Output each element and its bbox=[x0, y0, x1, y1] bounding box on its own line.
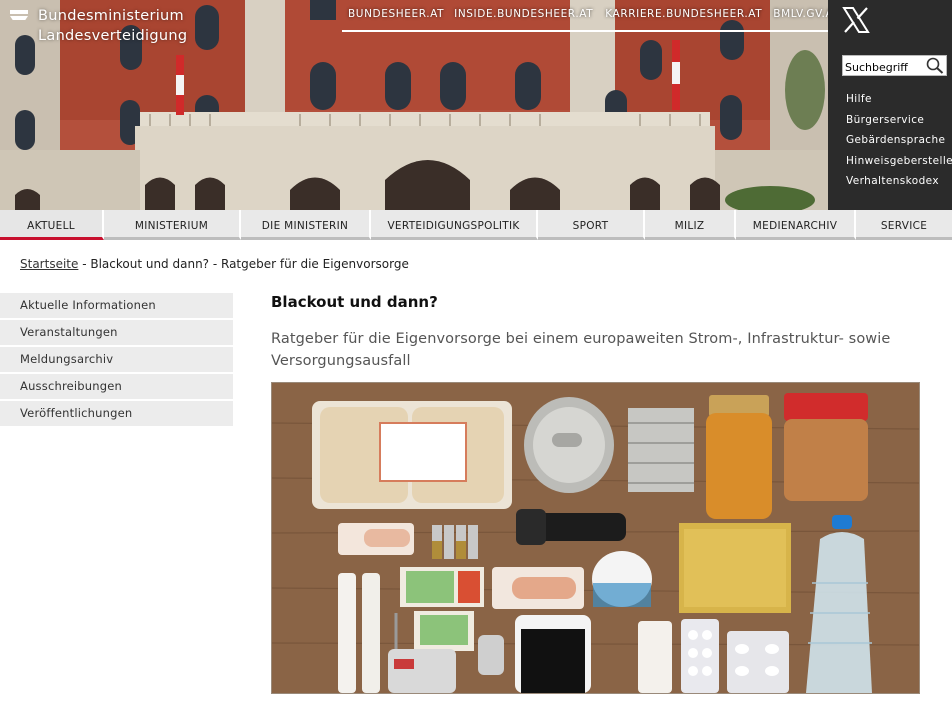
ministry-logo[interactable]: Bundesministerium Landesverteidigung bbox=[10, 6, 187, 46]
nav-item-medienarchiv[interactable]: MEDIENARCHIV bbox=[736, 210, 856, 240]
breadcrumb-separator: - bbox=[78, 257, 91, 271]
nav-item-miliz[interactable]: MILIZ bbox=[645, 210, 736, 240]
nav-item-die-ministerin[interactable]: DIE MINISTERIN bbox=[241, 210, 371, 240]
article-image bbox=[271, 382, 920, 694]
service-link-hilfe[interactable]: Hilfe bbox=[846, 92, 952, 113]
logo-line-1: Bundesministerium bbox=[38, 8, 184, 24]
nav-item-verteidigungspolitik[interactable]: VERTEIDIGUNGSPOLITIK bbox=[371, 210, 538, 240]
sidebar-item-veroeffentlichungen[interactable]: Veröffentlichungen bbox=[0, 401, 233, 426]
austria-emblem-icon bbox=[10, 10, 28, 24]
top-link-inside[interactable]: INSIDE.BUNDESHEER.AT bbox=[454, 0, 593, 30]
emergency-supplies-photo bbox=[272, 383, 919, 693]
site-header: Bundesministerium Landesverteidigung BUN… bbox=[0, 0, 952, 210]
service-links: Hilfe Bürgerservice Gebärdensprache Hinw… bbox=[846, 92, 952, 195]
breadcrumb-home-link[interactable]: Startseite bbox=[20, 257, 78, 271]
logo-line-2: Landesverteidigung bbox=[38, 28, 188, 44]
service-link-gebaerdensprache[interactable]: Gebärdensprache bbox=[846, 133, 952, 154]
article-title: Blackout und dann? bbox=[271, 293, 438, 311]
service-link-verhaltenskodex[interactable]: Verhaltenskodex bbox=[846, 174, 952, 195]
top-link-karriere[interactable]: KARRIERE.BUNDESHEER.AT bbox=[605, 0, 762, 30]
sidebar-item-aktuelle-informationen[interactable]: Aktuelle Informationen bbox=[0, 293, 233, 318]
service-link-hinweisgeberstelle[interactable]: Hinweisgeberstelle bbox=[846, 154, 952, 175]
nav-item-service[interactable]: SERVICE bbox=[856, 210, 952, 240]
header-side-panel: Hilfe Bürgerservice Gebärdensprache Hinw… bbox=[828, 0, 952, 210]
sidebar-item-meldungsarchiv[interactable]: Meldungsarchiv bbox=[0, 347, 233, 372]
nav-item-ministerium[interactable]: MINISTERIUM bbox=[104, 210, 241, 240]
article-content: Blackout und dann? Ratgeber für die Eige… bbox=[271, 292, 921, 372]
search-input[interactable] bbox=[843, 58, 925, 77]
service-link-buergerservice[interactable]: Bürgerservice bbox=[846, 113, 952, 134]
top-link-bmlv[interactable]: BMLV.GV.AT bbox=[773, 0, 828, 30]
nav-item-sport[interactable]: SPORT bbox=[538, 210, 645, 240]
top-links: BUNDESHEER.AT INSIDE.BUNDESHEER.AT KARRI… bbox=[342, 0, 828, 32]
x-icon[interactable] bbox=[842, 6, 870, 34]
nav-item-aktuell[interactable]: AKTUELL bbox=[0, 210, 104, 240]
breadcrumb-current: Blackout und dann? - Ratgeber für die Ei… bbox=[90, 257, 409, 271]
article-lead: Ratgeber für die Eigenvorsorge bei einem… bbox=[271, 331, 891, 369]
logo-text: Bundesministerium Landesverteidigung bbox=[38, 6, 187, 46]
sidebar-navigation: Aktuelle Informationen Veranstaltungen M… bbox=[0, 293, 233, 428]
hero-image: Bundesministerium Landesverteidigung BUN… bbox=[0, 0, 828, 210]
top-link-bundesheer[interactable]: BUNDESHEER.AT bbox=[348, 0, 444, 30]
main-navigation: AKTUELL MINISTERIUM DIE MINISTERIN VERTE… bbox=[0, 210, 952, 242]
breadcrumb: Startseite - Blackout und dann? - Ratgeb… bbox=[20, 257, 409, 271]
sidebar-item-veranstaltungen[interactable]: Veranstaltungen bbox=[0, 320, 233, 345]
sidebar-item-ausschreibungen[interactable]: Ausschreibungen bbox=[0, 374, 233, 399]
search-icon[interactable] bbox=[926, 57, 944, 74]
search-box bbox=[842, 55, 947, 77]
